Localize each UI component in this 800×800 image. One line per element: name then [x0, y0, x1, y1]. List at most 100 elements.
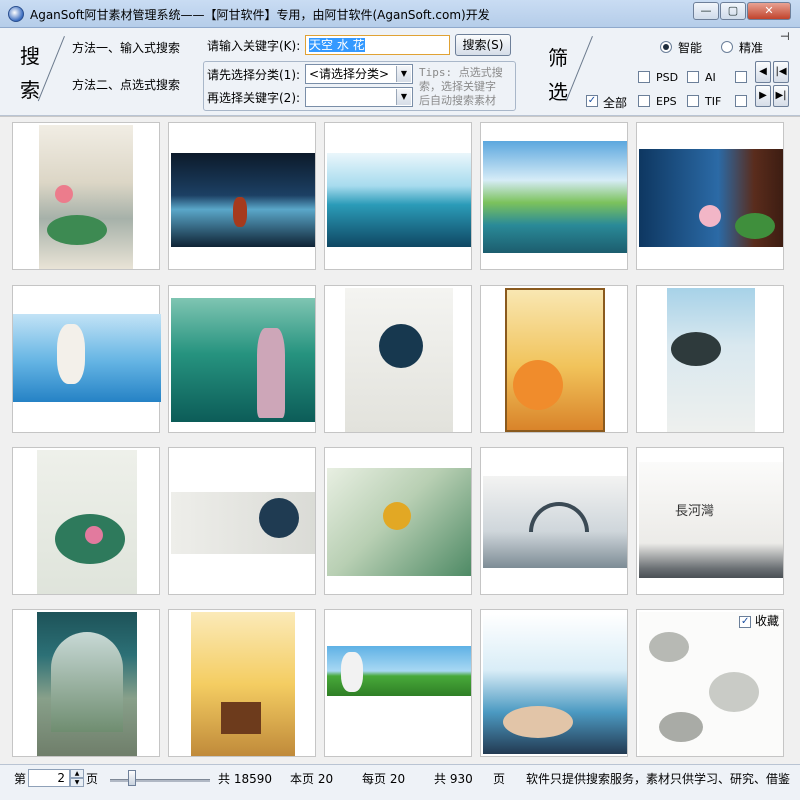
- zoom-slider-handle[interactable]: [128, 770, 136, 786]
- page-down-icon[interactable]: ▼: [70, 778, 84, 787]
- tif-checkbox[interactable]: [687, 95, 699, 107]
- leaf-shape: [735, 213, 775, 239]
- chevron-down-icon[interactable]: ▼: [396, 89, 411, 105]
- thumbnail-image: [345, 288, 453, 432]
- thumb-cell[interactable]: [12, 285, 161, 433]
- thumbnail-image: 長河灣: [639, 462, 783, 578]
- sketch-shape: [659, 712, 703, 742]
- search-big-char-2: 索: [20, 78, 40, 102]
- maximize-button[interactable]: ▢: [720, 2, 746, 20]
- thumb-cell[interactable]: [324, 609, 472, 757]
- category-select[interactable]: <请选择分类> ▼: [305, 64, 413, 84]
- ink-circle-shape: [259, 498, 299, 538]
- favorite-label: 收藏: [754, 614, 779, 628]
- favorite-toggle[interactable]: ✓ 收藏: [739, 612, 779, 629]
- ai-label: AI: [705, 71, 716, 84]
- smart-mode-radio[interactable]: [660, 41, 672, 53]
- psd-checkbox[interactable]: [638, 71, 650, 83]
- lotus-shape: [699, 205, 721, 227]
- last-page-icon[interactable]: ▶|: [773, 85, 789, 107]
- subkey-select[interactable]: ▼: [305, 87, 413, 107]
- method2-label: 方法二、点选式搜索: [72, 78, 181, 92]
- search-big-char-1: 搜: [20, 44, 40, 68]
- ink-stroke-shape: [671, 332, 721, 366]
- search-button[interactable]: 搜索(S): [455, 34, 511, 56]
- divider: [37, 36, 65, 102]
- thumb-cell[interactable]: ✓ 收藏: [636, 609, 784, 757]
- all-checkbox[interactable]: ✓: [586, 95, 598, 107]
- next-page-icon[interactable]: ▶: [755, 85, 771, 107]
- thumb-cell[interactable]: [324, 447, 472, 595]
- page-up-icon[interactable]: ▲: [70, 769, 84, 778]
- thumbnail-image: [505, 288, 605, 432]
- thumb-cell[interactable]: [636, 285, 784, 433]
- tips-line-3: 后自动搜索素材: [419, 94, 496, 107]
- tif-label: TIF: [705, 95, 722, 108]
- minimize-button[interactable]: —: [693, 2, 719, 20]
- thumbnail-image: [171, 492, 315, 554]
- thumb-cell[interactable]: [12, 447, 160, 595]
- window-title: AganSoft阿甘素材管理系统——【阿甘软件】专用，由阿甘软件(AganSof…: [30, 8, 490, 22]
- app-icon[interactable]: [8, 6, 24, 22]
- divider: [565, 36, 593, 102]
- thumbnail-image: [13, 314, 161, 402]
- per-page-count: 每页 20: [362, 772, 406, 786]
- thumb-cell[interactable]: [12, 122, 160, 270]
- thumb-cell[interactable]: [480, 447, 628, 595]
- subkey-label: 再选择关键字(2):: [207, 91, 301, 105]
- category-label: 请先选择分类(1):: [207, 68, 301, 82]
- exact-mode-radio[interactable]: [721, 41, 733, 53]
- status-bar: 第 2 ▲ ▼ 页 共 18590 本页 20 每页 20 共 930 页 软件…: [0, 764, 800, 800]
- search-toolbar: 搜 索 方法一、输入式搜索 方法二、点选式搜索 请输入关键字(K): 天空 水 …: [0, 28, 800, 116]
- thumbnail-image: [171, 153, 315, 247]
- page-number-input[interactable]: 2: [28, 769, 70, 787]
- thumb-cell[interactable]: [168, 285, 316, 433]
- keyword-input[interactable]: 天空 水 花: [305, 35, 450, 55]
- thumb-cell[interactable]: [168, 122, 316, 270]
- exact-mode-label: 精准: [739, 41, 764, 55]
- table-shape: [221, 702, 261, 734]
- thumb-cell[interactable]: [480, 122, 628, 270]
- favorite-checkbox[interactable]: ✓: [739, 615, 752, 628]
- chevron-down-icon[interactable]: ▼: [396, 66, 411, 82]
- this-page-count: 本页 20: [290, 772, 334, 786]
- format-checkbox-hidden[interactable]: [735, 71, 747, 83]
- title-bar[interactable]: AganSoft阿甘素材管理系统——【阿甘软件】专用，由阿甘软件(AganSof…: [0, 0, 800, 28]
- thumbnail-image: [39, 125, 133, 269]
- thumbnail-image: [327, 646, 471, 696]
- thumb-cell[interactable]: [12, 609, 160, 757]
- notice-text: 软件只提供搜索服务，素材只供学习、研究、借鉴: [526, 772, 791, 786]
- thumbnail-image: [483, 476, 627, 568]
- prev-page-icon[interactable]: ◀: [755, 61, 771, 83]
- thumb-cell[interactable]: [168, 609, 316, 757]
- sun-shape: [513, 360, 563, 410]
- first-page-icon[interactable]: |◀: [773, 61, 789, 83]
- thumb-cell[interactable]: [324, 285, 472, 433]
- format-checkbox-hidden-2[interactable]: [735, 95, 747, 107]
- woman-shape: [257, 328, 285, 418]
- sketch-shape: [649, 632, 689, 662]
- close-button[interactable]: ✕: [747, 2, 791, 20]
- artwork-lettering: 長河灣: [675, 504, 715, 519]
- thumbnail-image: [327, 468, 471, 576]
- pin-icon[interactable]: ⊣: [780, 30, 790, 43]
- eps-checkbox[interactable]: [638, 95, 650, 107]
- bridge-shape: [529, 502, 589, 532]
- lotus-shape: [85, 526, 103, 544]
- total-count: 共 18590: [218, 772, 272, 786]
- thumb-cell[interactable]: 長河灣: [636, 447, 784, 595]
- thumb-cell[interactable]: [480, 609, 628, 757]
- thumbnail-image: [483, 141, 627, 253]
- ai-checkbox[interactable]: [687, 71, 699, 83]
- thumbnail-image: [327, 153, 471, 247]
- thumb-cell[interactable]: [480, 285, 628, 433]
- ink-circle-shape: [379, 324, 423, 368]
- horse-shape: [341, 652, 363, 692]
- thumb-cell[interactable]: [324, 122, 472, 270]
- zoom-slider[interactable]: [110, 779, 210, 782]
- thumb-cell[interactable]: [636, 122, 784, 270]
- page-prefix: 第: [14, 772, 27, 786]
- thumbnail-image: [483, 614, 627, 754]
- thumb-cell[interactable]: [168, 447, 316, 595]
- thumbnail-image: [667, 288, 755, 432]
